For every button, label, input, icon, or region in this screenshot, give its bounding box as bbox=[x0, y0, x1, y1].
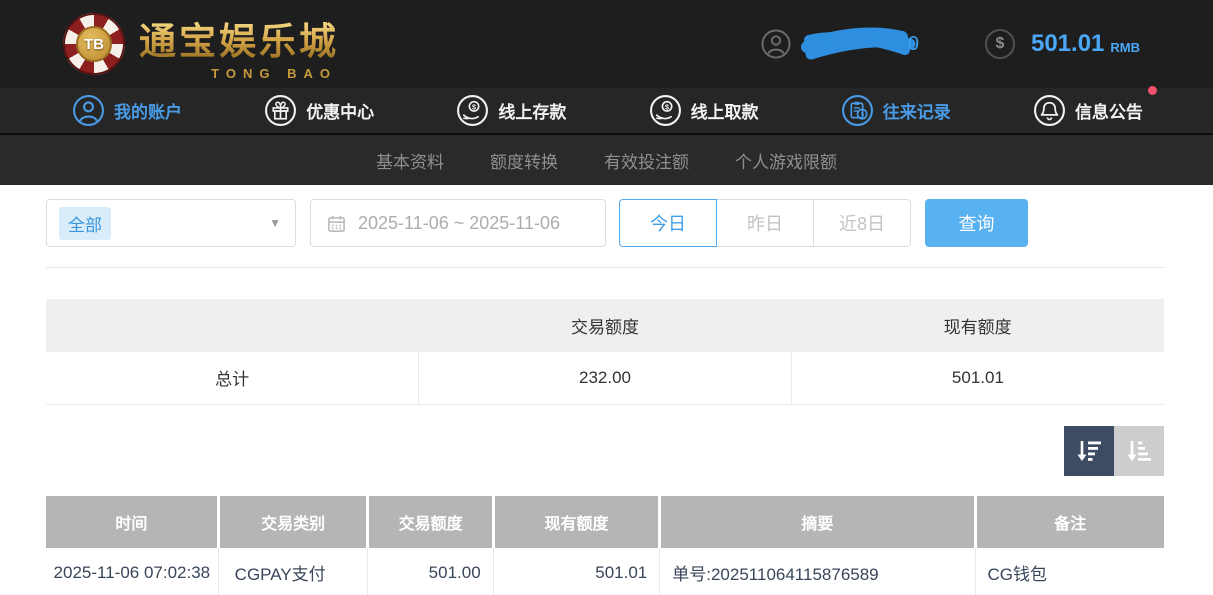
withdraw-icon: $ bbox=[649, 94, 682, 127]
casino-chip-icon: TB bbox=[63, 13, 125, 75]
record-summary: 单号:202511064115876589 bbox=[660, 548, 975, 595]
sort-controls bbox=[46, 426, 1164, 476]
nav-item-deposit[interactable]: $ 线上存款 bbox=[456, 94, 566, 127]
records-header-time: 时间 bbox=[46, 496, 218, 548]
user-icon bbox=[72, 94, 105, 127]
section-divider bbox=[46, 267, 1164, 268]
nav-label: 线上取款 bbox=[691, 98, 759, 123]
nav-item-announcements[interactable]: 信息公告 bbox=[1033, 94, 1143, 127]
username-visible-suffix: 0 bbox=[908, 33, 919, 56]
nav-label: 信息公告 bbox=[1075, 98, 1143, 123]
records-header-balance: 现有额度 bbox=[493, 496, 660, 548]
summary-header-blank bbox=[46, 299, 419, 352]
brand-text: 通宝娱乐城 TONG BAO bbox=[139, 11, 339, 77]
records-header-note: 备注 bbox=[975, 496, 1164, 548]
nav-item-withdraw[interactable]: $ 线上取款 bbox=[649, 94, 759, 127]
summary-header-row: 交易额度 现有额度 bbox=[46, 299, 1164, 352]
record-balance: 501.01 bbox=[493, 548, 660, 595]
user-account[interactable]: 0 bbox=[760, 25, 919, 63]
nav-item-promotions[interactable]: 优惠中心 bbox=[264, 94, 374, 127]
dollar-icon: $ bbox=[985, 29, 1015, 59]
nav-label: 我的账户 bbox=[114, 98, 182, 123]
range-button-today[interactable]: 今日 bbox=[619, 199, 717, 247]
summary-total-current-amount: 501.01 bbox=[791, 352, 1164, 404]
records-header-row: 时间 交易类别 交易额度 现有额度 摘要 备注 bbox=[46, 496, 1164, 548]
svg-text:$: $ bbox=[665, 102, 669, 111]
records-table: 时间 交易类别 交易额度 现有额度 摘要 备注 2025-11-06 07:02… bbox=[46, 496, 1164, 595]
balance-amount: 501.01 bbox=[1031, 30, 1104, 58]
range-button-last8days[interactable]: 近8日 bbox=[813, 199, 911, 247]
scribble-mask-icon bbox=[800, 25, 922, 63]
top-header: TB 通宝娱乐城 TONG BAO 0 $ 501. bbox=[0, 0, 1213, 88]
date-range-input[interactable]: 2025-11-06 ~ 2025-11-06 bbox=[310, 199, 606, 247]
type-select[interactable]: 全部 ▼ bbox=[46, 199, 296, 247]
gift-icon bbox=[264, 94, 297, 127]
summary-header-current-amount: 现有额度 bbox=[791, 299, 1164, 352]
nav-label: 往来记录 bbox=[883, 98, 951, 123]
topbar-right: 0 $ 501.01 RMB bbox=[760, 25, 1140, 63]
record-time: 2025-11-06 07:02:38 bbox=[46, 548, 218, 595]
records-icon bbox=[841, 94, 874, 127]
nav-label: 优惠中心 bbox=[306, 98, 374, 123]
sort-ascending-icon bbox=[1124, 436, 1154, 466]
svg-text:$: $ bbox=[472, 102, 476, 111]
balance[interactable]: $ 501.01 RMB bbox=[985, 29, 1140, 59]
record-note: CG钱包 bbox=[975, 548, 1164, 595]
record-amount: 501.00 bbox=[368, 548, 493, 595]
subnav-item-credit-transfer[interactable]: 额度转换 bbox=[490, 148, 558, 173]
query-button[interactable]: 查询 bbox=[925, 199, 1028, 247]
subnav-item-game-limits[interactable]: 个人游戏限额 bbox=[735, 148, 837, 173]
brand-logo[interactable]: TB 通宝娱乐城 TONG BAO bbox=[63, 11, 339, 77]
user-avatar-icon bbox=[760, 28, 792, 60]
summary-table: 交易额度 现有额度 总计 232.00 501.01 bbox=[46, 299, 1164, 405]
deposit-icon: $ bbox=[456, 94, 489, 127]
records-header-type: 交易类别 bbox=[218, 496, 368, 548]
nav-label: 线上存款 bbox=[498, 98, 566, 123]
account-subnav: 基本资料 额度转换 有效投注额 个人游戏限额 bbox=[0, 135, 1213, 185]
range-button-yesterday[interactable]: 昨日 bbox=[716, 199, 814, 247]
chevron-down-icon: ▼ bbox=[269, 216, 281, 230]
username-redacted: 0 bbox=[800, 25, 919, 63]
balance-currency: RMB bbox=[1110, 34, 1140, 55]
records-header-amount: 交易额度 bbox=[368, 496, 493, 548]
brand-name-en: TONG BAO bbox=[211, 66, 337, 81]
summary-header-trade-amount: 交易额度 bbox=[419, 299, 792, 352]
bell-icon bbox=[1033, 94, 1066, 127]
main-nav: 我的账户 优惠中心 $ 线上存款 $ 线上取款 bbox=[0, 88, 1213, 135]
notification-dot bbox=[1148, 86, 1157, 95]
sort-descending-button[interactable] bbox=[1064, 426, 1114, 476]
filter-row: 全部 ▼ 2025-11-06 ~ 2025-11-06 今日 昨日 近8日 查… bbox=[46, 199, 1164, 247]
chip-label: TB bbox=[76, 26, 112, 62]
summary-total-row: 总计 232.00 501.01 bbox=[46, 352, 1164, 404]
records-header-summary: 摘要 bbox=[660, 496, 975, 548]
date-range-value: 2025-11-06 ~ 2025-11-06 bbox=[358, 213, 560, 234]
sort-descending-icon bbox=[1074, 436, 1104, 466]
summary-total-label: 总计 bbox=[46, 352, 419, 404]
record-type: CGPAY支付 bbox=[218, 548, 368, 595]
subnav-item-valid-bets[interactable]: 有效投注额 bbox=[604, 148, 689, 173]
quick-range-group: 今日 昨日 近8日 bbox=[619, 199, 911, 247]
main-content: 全部 ▼ 2025-11-06 ~ 2025-11-06 今日 昨日 近8日 查… bbox=[0, 199, 1213, 595]
sort-ascending-button[interactable] bbox=[1114, 426, 1164, 476]
brand-name-cn: 通宝娱乐城 bbox=[139, 11, 339, 65]
nav-item-my-account[interactable]: 我的账户 bbox=[72, 94, 182, 127]
summary-total-trade-amount: 232.00 bbox=[419, 352, 792, 404]
nav-item-records[interactable]: 往来记录 bbox=[841, 94, 951, 127]
record-row: 2025-11-06 07:02:38 CGPAY支付 501.00 501.0… bbox=[46, 548, 1164, 595]
type-select-value: 全部 bbox=[59, 207, 111, 240]
subnav-item-basic-info[interactable]: 基本资料 bbox=[376, 148, 444, 173]
calendar-icon bbox=[327, 214, 346, 233]
